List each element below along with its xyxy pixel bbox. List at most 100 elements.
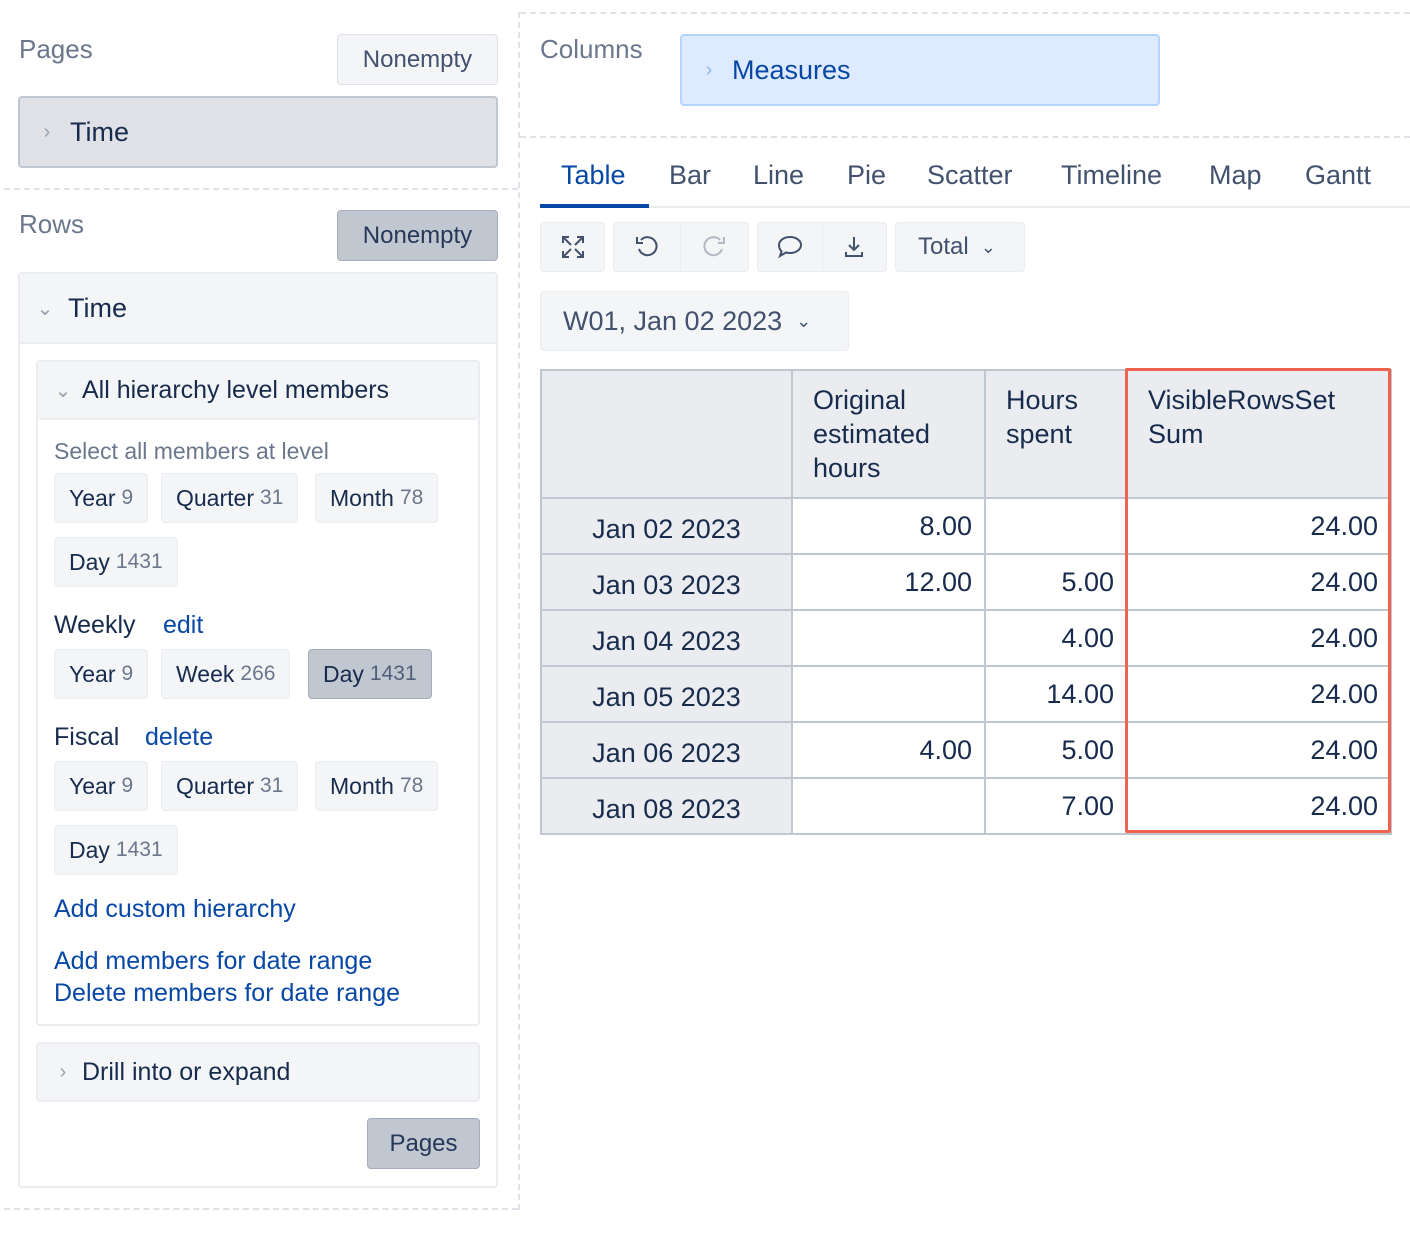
fiscal-chip-month[interactable]: Month 78 — [315, 761, 439, 811]
tab-gantt[interactable]: Gantt — [1305, 160, 1371, 191]
drill-into-expand[interactable]: › Drill into or expand — [36, 1042, 480, 1102]
row-header[interactable]: Jan 03 2023 — [540, 553, 793, 611]
pages-time-label: Time — [70, 116, 129, 147]
select-all-label: Select all members at level — [54, 438, 329, 464]
fiscal-chip-day[interactable]: Day 1431 — [54, 825, 178, 875]
row-header[interactable]: Jan 02 2023 — [540, 497, 793, 555]
expand-icon[interactable] — [541, 223, 604, 271]
chip-count: 9 — [121, 662, 134, 685]
total-dropdown[interactable]: Total ⌄ — [895, 222, 1025, 272]
weekly-chip-week[interactable]: Week 266 — [161, 649, 291, 699]
table-cell: 24.00 — [1126, 609, 1392, 667]
comment-export-group — [757, 222, 887, 272]
chevron-down-icon: ⌄ — [54, 379, 72, 402]
table-row: Jan 03 2023 12.00 5.00 24.00 — [540, 553, 1392, 611]
table-cell: 5.00 — [984, 553, 1128, 611]
all-members-header[interactable]: ⌄ All hierarchy level members — [38, 362, 478, 420]
chip-label: Year — [69, 772, 116, 799]
chevron-down-icon: ⌄ — [980, 236, 996, 257]
top-divider — [520, 12, 1410, 14]
chip-count: 31 — [259, 486, 284, 509]
drill-label: Drill into or expand — [82, 1057, 291, 1086]
columns-measures-dimension[interactable]: › Measures — [680, 34, 1160, 106]
bottom-divider — [4, 1208, 518, 1210]
chip-label: Quarter — [176, 484, 254, 511]
table-cell: 24.00 — [1126, 497, 1392, 555]
tab-bar-line — [540, 206, 1410, 208]
tab-pie[interactable]: Pie — [847, 160, 886, 191]
weekly-chip-year[interactable]: Year 9 — [54, 649, 149, 699]
column-header-visiblerowsset-sum[interactable]: VisibleRowsSet Sum — [1126, 369, 1392, 499]
total-label: Total — [918, 233, 969, 260]
table-cell: 24.00 — [1126, 721, 1392, 779]
column-header-hours-spent[interactable]: Hours spent — [984, 369, 1128, 499]
download-icon[interactable] — [821, 223, 886, 271]
table-cell: 4.00 — [791, 721, 986, 779]
chip-count: 266 — [240, 662, 276, 685]
rows-title: Rows — [19, 209, 85, 239]
chevron-down-icon: ⌄ — [796, 310, 812, 331]
tab-map[interactable]: Map — [1209, 160, 1262, 191]
add-custom-hierarchy-link[interactable]: Add custom hierarchy — [54, 895, 296, 924]
level-chip-day[interactable]: Day 1431 — [54, 537, 178, 587]
chip-label: Year — [69, 484, 116, 511]
move-to-pages-button[interactable]: Pages — [367, 1118, 480, 1169]
pages-time-dimension[interactable]: › Time — [18, 96, 498, 168]
add-members-date-range-link[interactable]: Add members for date range — [54, 947, 372, 976]
level-chip-year[interactable]: Year 9 — [54, 473, 149, 523]
weekly-chip-day[interactable]: Day 1431 — [308, 649, 432, 699]
results-table: Original estimated hours Hours spent Vis… — [540, 369, 1392, 835]
chip-label: Quarter — [176, 772, 254, 799]
delete-members-date-range-link[interactable]: Delete members for date range — [54, 979, 400, 1008]
rows-time-header[interactable]: ⌄ Time — [20, 274, 496, 344]
pages-rows-divider — [4, 188, 518, 190]
weekly-edit-link[interactable]: edit — [163, 611, 203, 640]
table-cell: 24.00 — [1126, 777, 1392, 835]
tab-bar[interactable]: Bar — [669, 160, 711, 191]
table-cell — [791, 609, 986, 667]
chip-count: 1431 — [369, 662, 417, 685]
row-header[interactable]: Jan 05 2023 — [540, 665, 793, 723]
fiscal-chip-year[interactable]: Year 9 — [54, 761, 149, 811]
page-member-dropdown[interactable]: W01, Jan 02 2023 ⌄ — [540, 291, 849, 351]
redo-icon[interactable] — [680, 223, 746, 271]
table-cell: 14.00 — [984, 665, 1128, 723]
table-cell: 5.00 — [984, 721, 1128, 779]
undo-icon[interactable] — [614, 223, 680, 271]
chip-count: 78 — [399, 774, 424, 797]
table-cell: 12.00 — [791, 553, 986, 611]
chevron-right-icon: › — [59, 1060, 67, 1083]
row-header[interactable]: Jan 08 2023 — [540, 777, 793, 835]
chip-count: 1431 — [115, 838, 163, 861]
chevron-down-icon: ⌄ — [36, 297, 54, 320]
table-cell: 24.00 — [1126, 553, 1392, 611]
column-header-original-estimated-hours[interactable]: Original estimated hours — [791, 369, 986, 499]
tab-timeline[interactable]: Timeline — [1061, 160, 1162, 191]
chip-label: Month — [330, 484, 394, 511]
tab-scatter[interactable]: Scatter — [927, 160, 1013, 191]
fiscal-chip-quarter[interactable]: Quarter 31 — [161, 761, 299, 811]
row-header[interactable]: Jan 04 2023 — [540, 609, 793, 667]
chevron-right-icon: › — [43, 120, 51, 143]
row-header[interactable]: Jan 06 2023 — [540, 721, 793, 779]
level-chip-quarter[interactable]: Quarter 31 — [161, 473, 299, 523]
tab-table[interactable]: Table — [561, 160, 626, 191]
table-cell — [791, 665, 986, 723]
tab-line[interactable]: Line — [753, 160, 804, 191]
table-row: Jan 04 2023 4.00 24.00 — [540, 609, 1392, 667]
pages-title: Pages — [19, 34, 93, 64]
weekly-hierarchy-label: Weekly — [54, 611, 136, 639]
pages-nonempty-button[interactable]: Nonempty — [337, 34, 498, 85]
level-chip-month[interactable]: Month 78 — [315, 473, 439, 523]
table-row: Jan 05 2023 14.00 24.00 — [540, 665, 1392, 723]
chip-count: 9 — [121, 774, 134, 797]
chip-count: 1431 — [115, 550, 163, 573]
table-cell: 8.00 — [791, 497, 986, 555]
fiscal-delete-link[interactable]: delete — [145, 723, 213, 752]
columns-title: Columns — [540, 34, 643, 64]
comment-icon[interactable] — [758, 223, 822, 271]
measures-label: Measures — [732, 54, 851, 85]
rows-nonempty-button[interactable]: Nonempty — [337, 210, 498, 261]
page-member-label: W01, Jan 02 2023 — [563, 305, 783, 336]
chip-label: Day — [69, 548, 110, 575]
